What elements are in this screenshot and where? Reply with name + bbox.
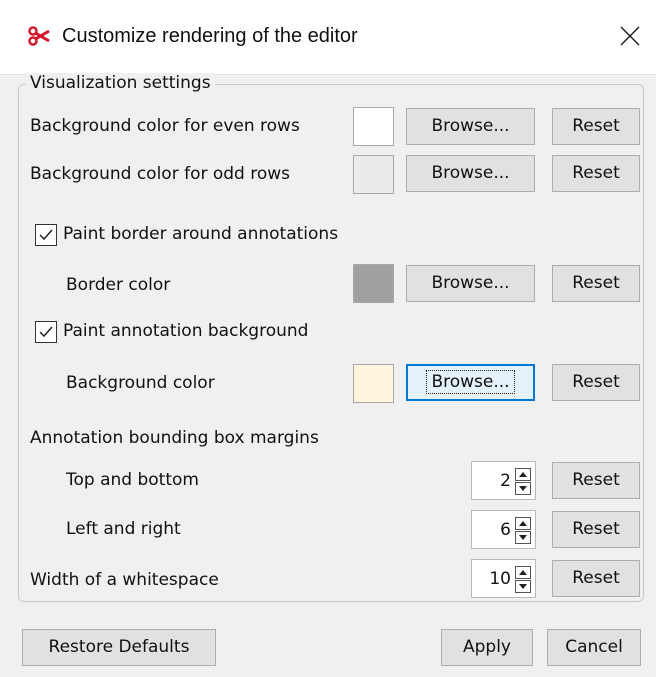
top-bottom-value[interactable]: 2: [500, 471, 511, 491]
apply-button[interactable]: Apply: [441, 629, 533, 666]
decrement-arrow-icon[interactable]: [515, 580, 531, 593]
border-color-browse-button[interactable]: Browse...: [406, 265, 535, 302]
border-color-swatch[interactable]: [353, 264, 394, 303]
paint-background-label[interactable]: Paint annotation background: [63, 321, 308, 341]
whitespace-label: Width of a whitespace: [30, 570, 219, 590]
paint-border-label[interactable]: Paint border around annotations: [63, 224, 338, 244]
background-color-swatch[interactable]: [353, 364, 394, 403]
even-rows-browse-button[interactable]: Browse...: [406, 108, 535, 145]
even-rows-reset-button[interactable]: Reset: [552, 108, 640, 145]
left-right-value[interactable]: 6: [500, 520, 511, 540]
top-bottom-label: Top and bottom: [66, 470, 199, 490]
increment-arrow-icon[interactable]: [515, 468, 531, 481]
background-color-reset-button[interactable]: Reset: [552, 364, 640, 401]
background-color-label: Background color: [66, 373, 215, 393]
even-rows-color-swatch[interactable]: [353, 107, 394, 146]
restore-defaults-button[interactable]: Restore Defaults: [22, 629, 216, 666]
top-bottom-reset-button[interactable]: Reset: [552, 462, 640, 499]
odd-rows-browse-button[interactable]: Browse...: [406, 155, 535, 192]
decrement-arrow-icon[interactable]: [515, 531, 531, 544]
whitespace-spinner[interactable]: 10: [471, 559, 536, 598]
group-title: Visualization settings: [26, 73, 215, 93]
paint-border-checkbox[interactable]: [35, 224, 57, 246]
left-right-spinner[interactable]: 6: [471, 510, 536, 549]
left-right-label: Left and right: [66, 519, 181, 539]
border-color-reset-button[interactable]: Reset: [552, 265, 640, 302]
even-rows-label: Background color for even rows: [30, 116, 300, 136]
close-icon[interactable]: [618, 24, 642, 48]
window-title: Customize rendering of the editor: [62, 25, 358, 47]
increment-arrow-icon[interactable]: [515, 517, 531, 530]
odd-rows-color-swatch[interactable]: [353, 155, 394, 194]
checkmark-icon: [39, 326, 53, 338]
title-bar: Customize rendering of the editor: [0, 0, 656, 75]
whitespace-reset-button[interactable]: Reset: [552, 560, 640, 597]
paint-background-checkbox[interactable]: [35, 321, 57, 343]
odd-rows-reset-button[interactable]: Reset: [552, 155, 640, 192]
cancel-button[interactable]: Cancel: [547, 629, 641, 666]
scissors-app-icon: [28, 26, 50, 46]
top-bottom-spinner[interactable]: 2: [471, 461, 536, 500]
checkmark-icon: [39, 229, 53, 241]
whitespace-value[interactable]: 10: [489, 569, 511, 589]
decrement-arrow-icon[interactable]: [515, 482, 531, 495]
background-color-browse-button[interactable]: Browse...: [406, 364, 535, 401]
border-color-label: Border color: [66, 275, 171, 295]
left-right-reset-button[interactable]: Reset: [552, 511, 640, 548]
increment-arrow-icon[interactable]: [515, 566, 531, 579]
odd-rows-label: Background color for odd rows: [30, 164, 291, 184]
margins-heading: Annotation bounding box margins: [30, 428, 319, 448]
